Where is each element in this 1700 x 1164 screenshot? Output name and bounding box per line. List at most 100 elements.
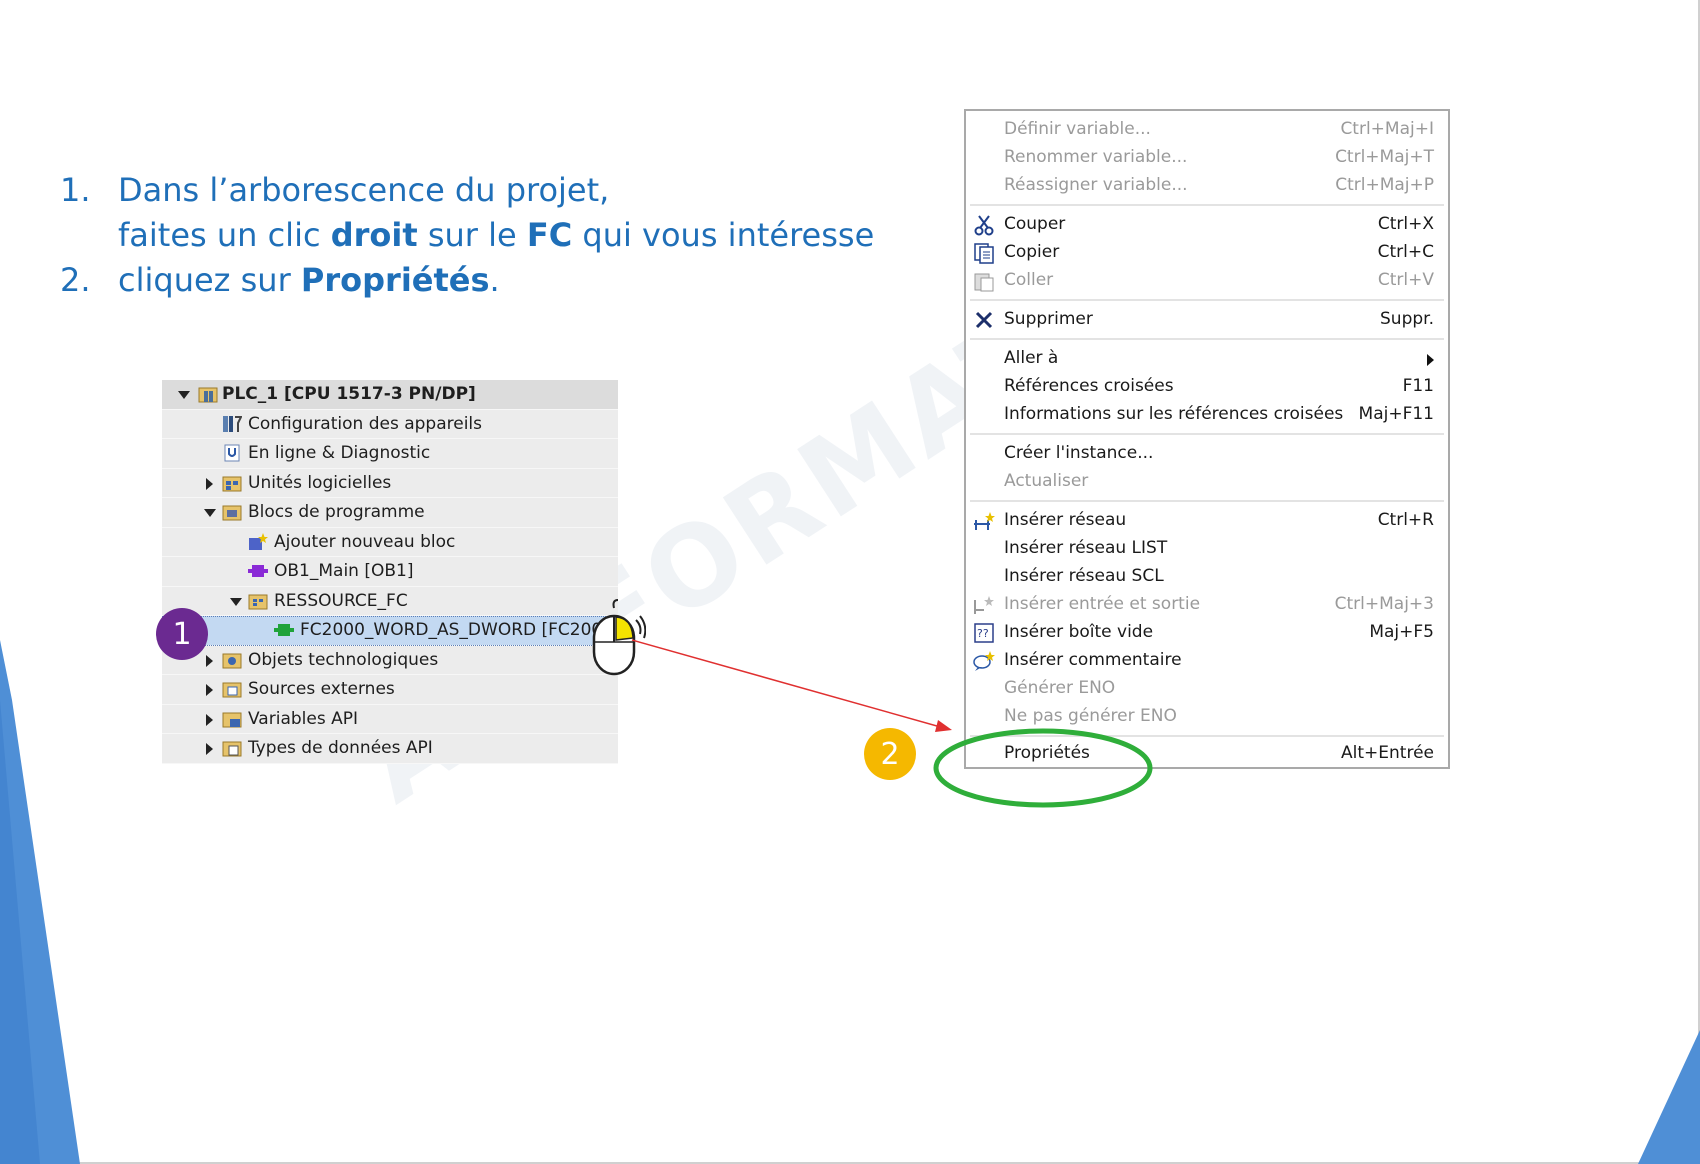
slide-decoration-right: [1638, 1030, 1700, 1164]
menu-item-inserer-reseau[interactable]: Insérer réseau Ctrl+R: [966, 507, 1448, 535]
instruction-text: qui vous intéresse: [572, 216, 875, 254]
emphasis-droit: droit: [330, 216, 418, 254]
instruction-text: Dans l’arborescence du projet,: [118, 171, 610, 209]
menu-item-inserer-reseau-scl[interactable]: Insérer réseau SCL: [966, 563, 1448, 591]
plc-tags-icon: [222, 709, 242, 729]
group-folder-icon: [248, 591, 268, 611]
tree-item-ressource-fc[interactable]: RESSOURCE_FC: [162, 587, 618, 616]
menu-item-inserer-boite-vide[interactable]: ?? Insérer boîte vide Maj+F5: [966, 619, 1448, 647]
technology-objects-icon: [222, 650, 242, 670]
tree-item-plc[interactable]: PLC_1 [CPU 1517-3 PN/DP]: [162, 380, 618, 410]
menu-separator: [970, 500, 1444, 502]
menu-item-actualiser[interactable]: Actualiser: [966, 468, 1448, 496]
tree-item-label: Ajouter nouveau bloc: [274, 531, 456, 552]
step-badge-1: 1: [156, 608, 208, 660]
svg-text:??: ??: [977, 627, 989, 640]
tree-item-label: Objets technologiques: [248, 649, 439, 670]
device-config-icon: [222, 414, 242, 434]
connector-arrow: [631, 639, 952, 732]
ob-block-icon: [248, 561, 268, 581]
tree-item-label: PLC_1 [CPU 1517-3 PN/DP]: [222, 384, 476, 405]
tree-item-fc2000[interactable]: FC2000_WORD_AS_DWORD [FC2000]: [162, 616, 620, 646]
fc-block-icon: [274, 620, 294, 640]
program-blocks-folder-icon: [222, 502, 242, 522]
add-block-icon: [248, 532, 268, 552]
menu-item-supprimer[interactable]: Supprimer Suppr.: [966, 306, 1448, 334]
menu-item-references-croisees[interactable]: Références croisées F11: [966, 373, 1448, 401]
menu-item-definir-variable[interactable]: Définir variable... Ctrl+Maj+I: [966, 116, 1448, 144]
insert-network-icon: [972, 509, 996, 533]
tree-item-label: OB1_Main [OB1]: [274, 561, 414, 582]
expand-down-icon[interactable]: [178, 391, 190, 399]
tree-item-technology-objects[interactable]: Objets technologiques: [162, 646, 618, 675]
menu-item-reassigner-variable[interactable]: Réassigner variable... Ctrl+Maj+P: [966, 172, 1448, 200]
menu-item-renommer-variable[interactable]: Renommer variable... Ctrl+Maj+T: [966, 144, 1448, 172]
comment-icon: [972, 649, 996, 673]
tree-item-external-sources[interactable]: Sources externes: [162, 675, 618, 705]
instruction-step-1: 1. Dans l’arborescence du projet,: [60, 168, 874, 213]
instruction-text: faites un clic: [118, 216, 331, 254]
tree-item-device-config[interactable]: Configuration des appareils: [162, 410, 618, 439]
step-number: 2.: [60, 261, 91, 299]
copy-icon: [972, 241, 996, 265]
expand-right-icon[interactable]: [206, 713, 213, 726]
menu-item-coller[interactable]: Coller Ctrl+V: [966, 267, 1448, 295]
online-diagnostic-icon: [222, 443, 242, 463]
menu-separator: [970, 433, 1444, 435]
delete-icon: [972, 308, 996, 332]
expand-right-icon[interactable]: [206, 477, 213, 490]
tree-item-ob1[interactable]: OB1_Main [OB1]: [162, 557, 618, 587]
tree-item-label: Configuration des appareils: [248, 413, 482, 434]
menu-item-couper[interactable]: Couper Ctrl+X: [966, 211, 1448, 239]
expand-down-icon[interactable]: [230, 597, 242, 606]
menu-separator: [970, 338, 1444, 340]
menu-separator: [970, 204, 1444, 206]
slide-decoration-left: [0, 640, 80, 1164]
tree-item-label: Unités logicielles: [248, 472, 392, 493]
tree-item-label: RESSOURCE_FC: [274, 590, 408, 611]
tree-item-add-block[interactable]: Ajouter nouveau bloc: [162, 528, 618, 557]
submenu-arrow-icon: [1427, 354, 1434, 366]
cut-icon: [972, 213, 996, 237]
menu-item-inserer-entree-sortie[interactable]: Insérer entrée et sortie Ctrl+Maj+3: [966, 591, 1448, 619]
tree-item-label: Sources externes: [248, 679, 395, 700]
emphasis-fc: FC: [526, 216, 573, 254]
step-number: 1.: [60, 171, 91, 209]
tree-item-online-diagnostic[interactable]: En ligne & Diagnostic: [162, 439, 618, 469]
menu-item-aller-a[interactable]: Aller à: [966, 345, 1448, 373]
menu-item-creer-instance[interactable]: Créer l'instance...: [966, 440, 1448, 468]
instruction-text: cliquez sur: [118, 261, 301, 299]
tree-item-label: Variables API: [248, 708, 358, 729]
external-sources-icon: [222, 679, 242, 699]
project-tree: PLC_1 [CPU 1517-3 PN/DP] Configuration d…: [162, 380, 620, 764]
tree-item-plc-data-types[interactable]: Types de données API: [162, 734, 618, 764]
expand-right-icon[interactable]: [206, 654, 213, 667]
expand-right-icon[interactable]: [206, 743, 213, 755]
instructions: 1. Dans l’arborescence du projet, faites …: [60, 168, 874, 303]
menu-item-copier[interactable]: Copier Ctrl+C: [966, 239, 1448, 267]
step-badge-2: 2: [864, 728, 916, 780]
expand-down-icon[interactable]: [204, 509, 216, 517]
tree-item-label: En ligne & Diagnostic: [248, 443, 431, 464]
menu-item-generer-eno[interactable]: Générer ENO: [966, 675, 1448, 703]
tree-item-label: Types de données API: [248, 738, 433, 759]
paste-icon: [972, 269, 996, 293]
expand-right-icon[interactable]: [206, 684, 213, 696]
tree-item-plc-tags[interactable]: Variables API: [162, 705, 618, 734]
instruction-step-2: 2. cliquez sur Propriétés.: [60, 258, 874, 303]
context-menu: Définir variable... Ctrl+Maj+I Renommer v…: [964, 109, 1450, 769]
plc-data-types-icon: [222, 738, 242, 758]
highlight-ellipse: [933, 728, 1153, 808]
menu-separator: [970, 299, 1444, 301]
instruction-text: .: [489, 261, 500, 299]
tree-item-software-units[interactable]: Unités logicielles: [162, 469, 618, 498]
insert-io-icon: [972, 593, 996, 617]
plc-folder-icon: [198, 384, 218, 404]
emphasis-proprietes: Propriétés: [300, 261, 490, 299]
menu-item-inserer-commentaire[interactable]: Insérer commentaire: [966, 647, 1448, 675]
tree-item-program-blocks[interactable]: Blocs de programme: [162, 498, 618, 528]
menu-item-inserer-reseau-list[interactable]: Insérer réseau LIST: [966, 535, 1448, 563]
tree-item-label: Blocs de programme: [248, 502, 425, 523]
menu-item-infos-references-croisees[interactable]: Informations sur les références croisées…: [966, 401, 1448, 429]
instruction-text: sur le: [417, 216, 527, 254]
